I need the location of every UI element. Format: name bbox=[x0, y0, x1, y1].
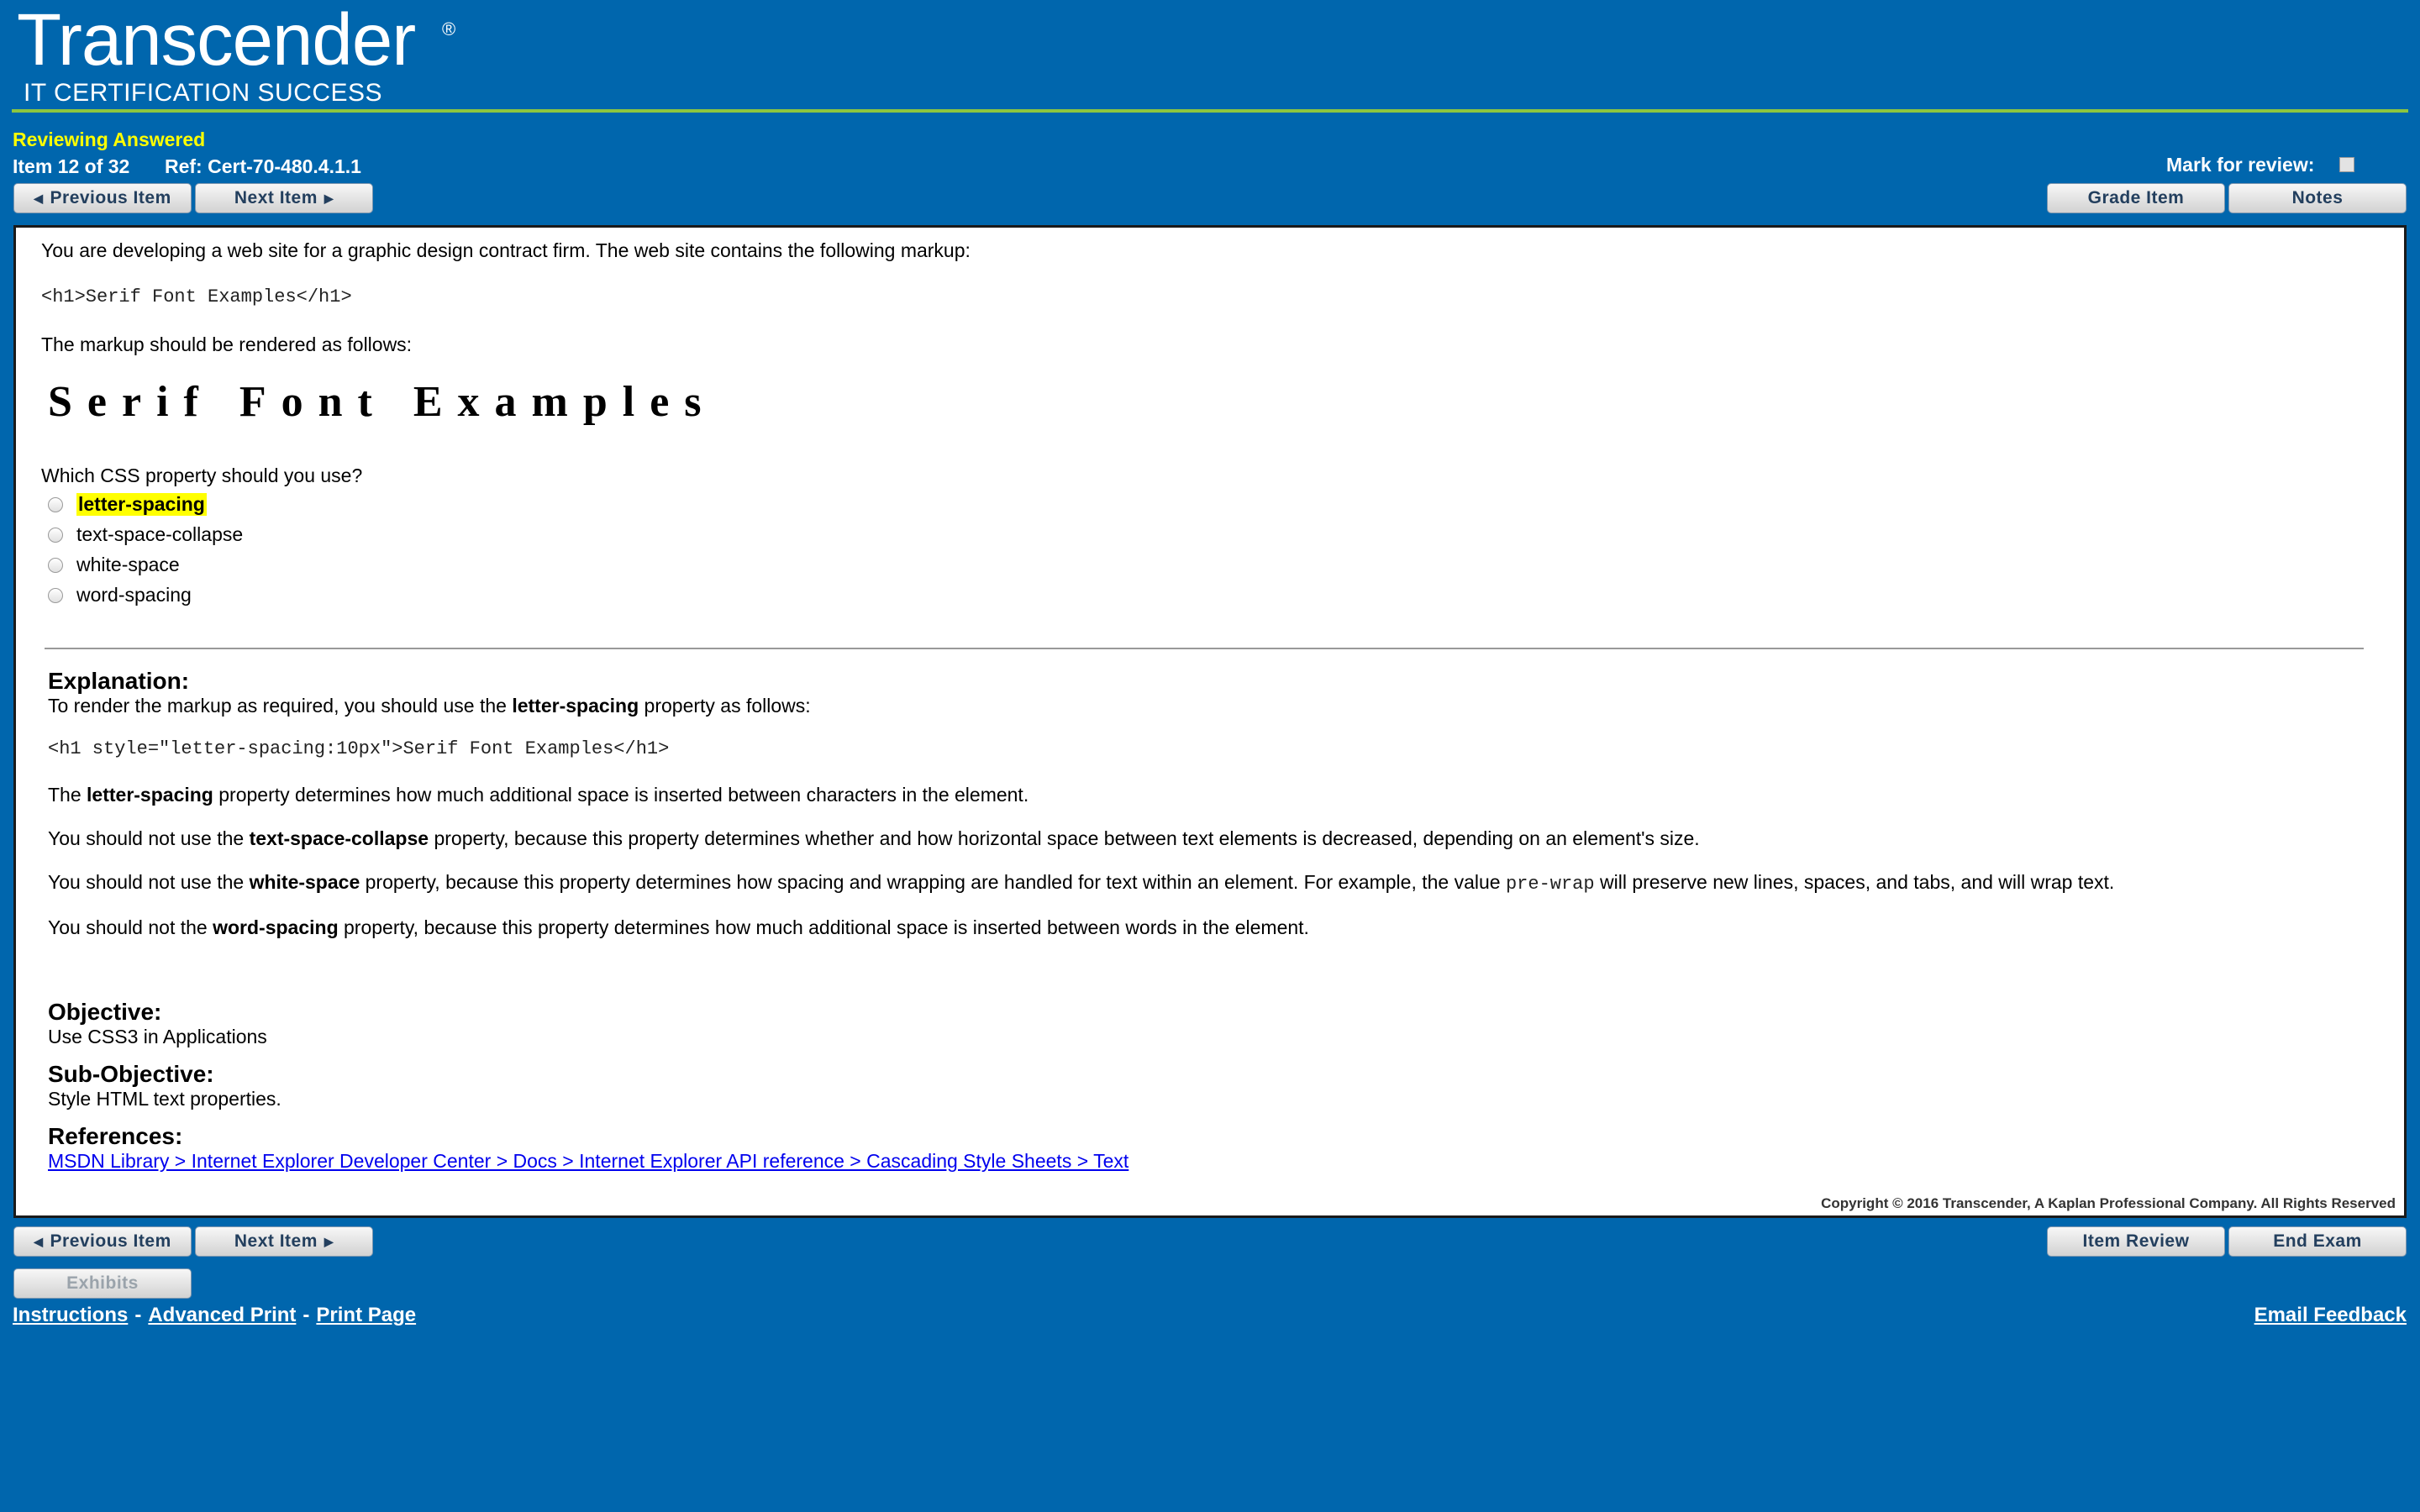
item-position: Item 12 of 32 bbox=[13, 155, 130, 177]
footer-separator: - bbox=[134, 1304, 142, 1326]
mark-for-review-label: Mark for review: bbox=[2166, 154, 2315, 176]
question-panel: You are developing a web site for a grap… bbox=[13, 225, 2407, 1218]
radio-button[interactable] bbox=[48, 527, 63, 543]
radio-button[interactable] bbox=[48, 557, 63, 573]
review-status: Reviewing Answered bbox=[13, 129, 206, 150]
header-divider bbox=[12, 109, 2408, 113]
footer-separator: - bbox=[302, 1304, 310, 1326]
item-review-button[interactable]: Item Review bbox=[2047, 1226, 2225, 1257]
references-heading: References: bbox=[48, 1123, 183, 1149]
sub-objective-heading: Sub-Objective: bbox=[48, 1061, 214, 1087]
bottom-next-item-button[interactable]: Next Item ▶ bbox=[195, 1226, 373, 1257]
answer-option-4[interactable]: word-spacing bbox=[48, 584, 192, 606]
grade-item-button[interactable]: Grade Item bbox=[2047, 183, 2225, 213]
render-intro: The markup should be rendered as follows… bbox=[41, 333, 413, 355]
exhibits-button[interactable]: Exhibits bbox=[13, 1268, 192, 1299]
print-page-link[interactable]: Print Page bbox=[316, 1304, 416, 1327]
question-intro: You are developing a web site for a grap… bbox=[41, 239, 971, 261]
copyright-text: Copyright © 2016 Transcender, A Kaplan P… bbox=[1821, 1195, 2396, 1211]
advanced-print-link[interactable]: Advanced Print bbox=[148, 1304, 296, 1327]
arrow-right-icon: ▶ bbox=[324, 191, 334, 205]
sub-objective-text: Style HTML text properties. bbox=[48, 1088, 281, 1110]
end-exam-button[interactable]: End Exam bbox=[2228, 1226, 2407, 1257]
radio-button[interactable] bbox=[48, 496, 63, 512]
logo-registered-mark: ® bbox=[442, 18, 456, 39]
explanation-paragraph-3: You should not use the white-space prope… bbox=[48, 871, 2115, 895]
email-feedback-link[interactable]: Email Feedback bbox=[2254, 1304, 2407, 1327]
explanation-heading: Explanation: bbox=[48, 668, 190, 694]
mark-for-review-checkbox[interactable] bbox=[2339, 157, 2354, 172]
bottom-previous-item-button[interactable]: ◀ Previous Item bbox=[13, 1226, 192, 1257]
explanation-paragraph-1: The letter-spacing property determines h… bbox=[48, 784, 1029, 806]
footer-links: Instructions - Advanced Print - Print Pa… bbox=[13, 1304, 416, 1327]
arrow-left-icon: ◀ bbox=[34, 191, 44, 205]
question-prompt: Which CSS property should you use? bbox=[41, 465, 363, 486]
arrow-right-icon: ▶ bbox=[324, 1234, 334, 1248]
explanation-intro: To render the markup as required, you sh… bbox=[48, 695, 811, 717]
objective-text: Use CSS3 in Applications bbox=[48, 1026, 267, 1047]
explanation-code: <h1 style="letter-spacing:10px">Serif Fo… bbox=[48, 738, 670, 759]
section-divider bbox=[45, 648, 2364, 649]
answer-option-1[interactable]: letter-spacing bbox=[48, 493, 207, 516]
reference-link[interactable]: MSDN Library > Internet Explorer Develop… bbox=[48, 1150, 1128, 1173]
rendered-example-heading: Serif Font Examples bbox=[48, 378, 717, 426]
previous-item-button[interactable]: ◀ Previous Item bbox=[13, 183, 192, 213]
notes-button[interactable]: Notes bbox=[2228, 183, 2407, 213]
logo-subtitle: IT CERTIFICATION SUCCESS bbox=[24, 79, 383, 107]
logo-title: Transcender bbox=[17, 0, 416, 81]
explanation-paragraph-2: You should not use the text-space-collap… bbox=[48, 827, 1700, 849]
arrow-left-icon: ◀ bbox=[34, 1234, 44, 1248]
question-markup-code: <h1>Serif Font Examples</h1> bbox=[41, 286, 352, 307]
answer-option-3[interactable]: white-space bbox=[48, 554, 180, 576]
objective-heading: Objective: bbox=[48, 999, 162, 1025]
item-reference: Ref: Cert-70-480.4.1.1 bbox=[165, 155, 361, 177]
explanation-paragraph-4: You should not the word-spacing property… bbox=[48, 916, 1309, 938]
next-item-button[interactable]: Next Item ▶ bbox=[195, 183, 373, 213]
instructions-link[interactable]: Instructions bbox=[13, 1304, 128, 1327]
answer-option-2[interactable]: text-space-collapse bbox=[48, 523, 243, 546]
radio-button[interactable] bbox=[48, 587, 63, 603]
